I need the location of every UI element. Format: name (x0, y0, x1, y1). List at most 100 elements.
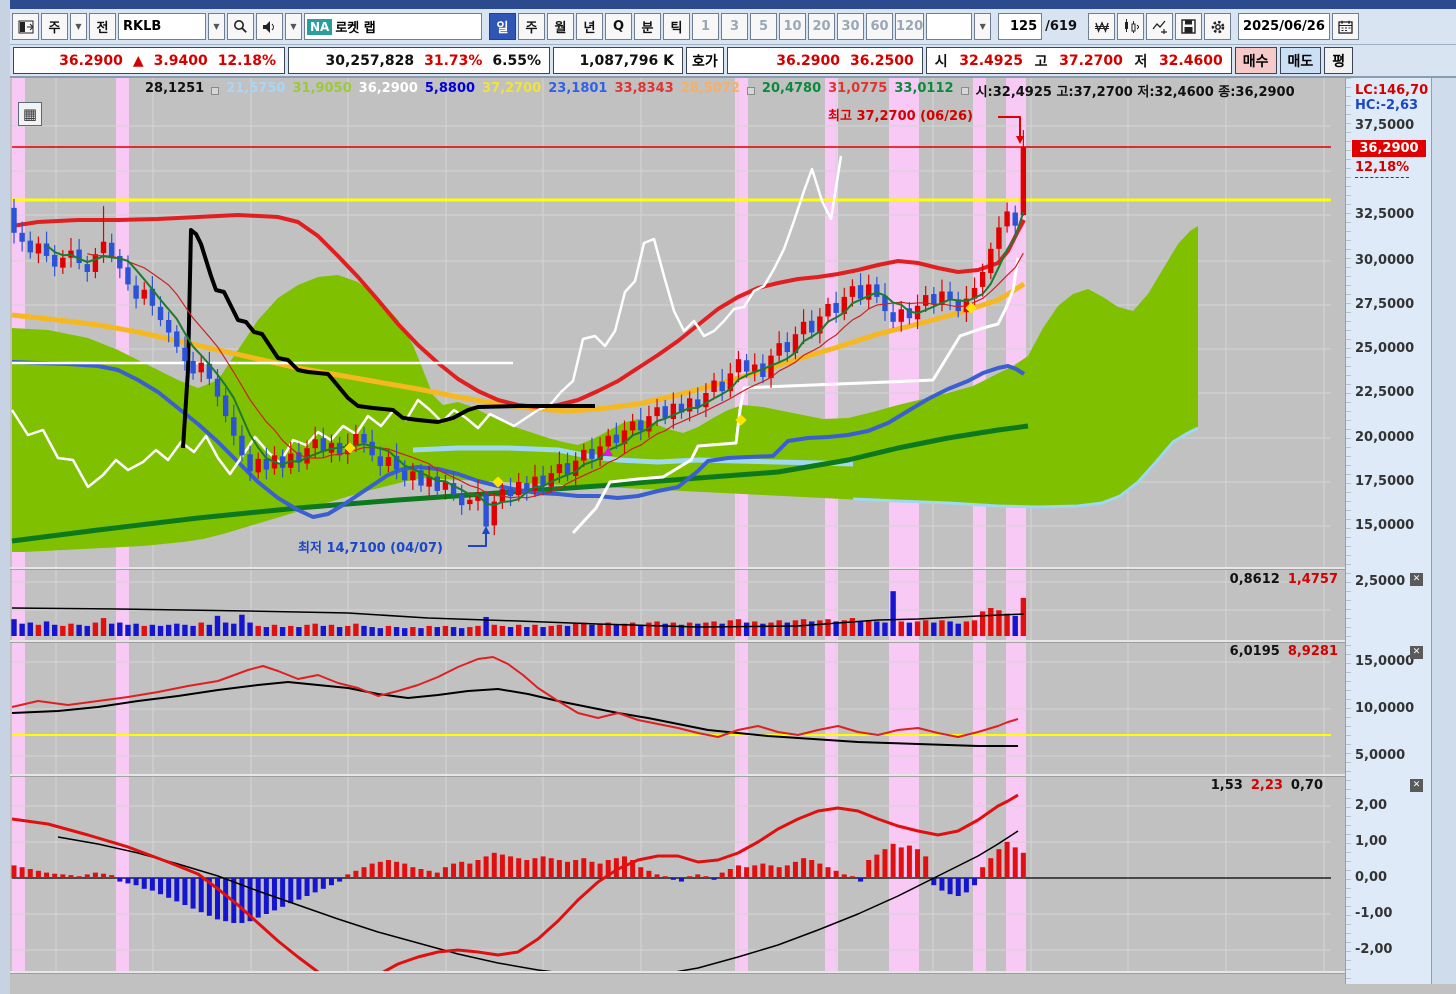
avg-button[interactable]: 평 (1324, 47, 1354, 74)
bar-count-input[interactable]: 125 (998, 13, 1043, 40)
calendar-button[interactable] (1332, 13, 1360, 40)
grid-toggle-button[interactable]: ▦ (18, 102, 42, 126)
axis-tick-label: 17,5000 (1355, 474, 1415, 489)
axis-tick-label: -2,00 (1355, 942, 1393, 957)
axis-tick-label: 25,0000 (1355, 341, 1415, 356)
price-change-pct: 12.18% (217, 52, 276, 69)
bar-total-label: /619 (1045, 19, 1078, 34)
minute-button-1[interactable]: 1 (692, 13, 719, 40)
minute-button-60[interactable]: 60 (866, 13, 893, 40)
axis-tick-label: 22,5000 (1355, 385, 1415, 400)
window-titlebar (10, 0, 1456, 9)
period-button-월[interactable]: 월 (547, 13, 574, 40)
panel-close-icon[interactable]: ✕ (1410, 646, 1423, 659)
axis-tick-label: 2,00 (1355, 798, 1388, 813)
axis-tick-label: 10,0000 (1355, 701, 1415, 716)
line-tool-button[interactable] (1146, 13, 1174, 40)
speaker-icon (263, 20, 274, 33)
period-button-group: 일주월년Q (489, 13, 632, 40)
stock-name-label: 로켓 랩 (335, 21, 376, 36)
panel-close-icon[interactable]: ✕ (1410, 779, 1423, 792)
subperiod-button-분[interactable]: 분 (634, 13, 661, 40)
custom-period-dropdown[interactable]: ▼ (974, 13, 992, 40)
trendline-icon (1152, 20, 1167, 34)
exchange-badge: NA (307, 18, 333, 35)
open-label: 시 (934, 53, 948, 70)
axis-tick-label: -1,00 (1355, 906, 1393, 921)
hc-value: HC:-2,63 (1355, 98, 1419, 113)
period-button-일[interactable]: 일 (489, 13, 516, 40)
price-change: 3.9400 (153, 52, 208, 69)
save-button[interactable] (1175, 13, 1203, 40)
period-button-Q[interactable]: Q (605, 13, 632, 40)
axis-tick-label: 2,5000 (1355, 574, 1406, 589)
amount-field: 1,087,796 K (553, 47, 683, 74)
gear-icon (1211, 20, 1224, 33)
axis-tick-label: 20,0000 (1355, 430, 1415, 445)
minute-button-120[interactable]: 120 (895, 13, 925, 40)
axis-tick-label: 0,00 (1355, 870, 1388, 885)
right-margin-strip (1431, 78, 1456, 984)
current-price-axis-box: 36,2900 (1352, 140, 1426, 157)
chart-toolbar: 주 ▼ 전 RKLB ▼ ▼ NA 로켓 랩 일주월년Q 분틱 1 3 5 10 20 3… (10, 9, 1456, 45)
date-input[interactable]: 2025/06/26 (1238, 13, 1331, 40)
search-icon (234, 20, 247, 33)
low-label: 저 (1134, 53, 1148, 70)
minute-button-30[interactable]: 30 (837, 13, 864, 40)
hoga-label: 호가 (686, 47, 724, 74)
window-popout-button[interactable] (12, 13, 39, 40)
axis-tick-label: 30,0000 (1355, 253, 1415, 268)
change-pct-axis-label: 12,18% (1355, 160, 1410, 178)
chart-canvas[interactable] (10, 78, 1345, 984)
price-scale-button[interactable] (1088, 13, 1116, 40)
panel-close-icon[interactable]: ✕ (1410, 573, 1423, 586)
candle-arrows-icon (1124, 19, 1139, 33)
sound-dropdown[interactable]: ▼ (285, 13, 302, 40)
period-button-년[interactable]: 년 (576, 13, 603, 40)
sell-button[interactable]: 매도 (1279, 47, 1322, 74)
minute-button-10[interactable]: 10 (779, 13, 806, 40)
save-disk-icon (1181, 19, 1196, 34)
price-axis[interactable]: LC:146,70 HC:-2,63 37,5000 32,5000 30,0000… (1345, 78, 1431, 984)
lc-value: LC:146,70 (1355, 83, 1429, 98)
buy-button[interactable]: 매수 (1234, 47, 1277, 74)
axis-tick-label: 27,5000 (1355, 297, 1415, 312)
symbol-search-button[interactable] (227, 13, 254, 40)
minute-button-group: 1 3 5 10 20 30 60 120 (692, 13, 925, 40)
minute-button-20[interactable]: 20 (808, 13, 835, 40)
axis-tick-label: 1,00 (1355, 834, 1388, 849)
week-mode-dropdown[interactable]: ▼ (70, 13, 87, 40)
custom-period-input[interactable] (926, 13, 973, 40)
ohlc-field: 시 32.4925 고 37.2700 저 32.4600 (925, 47, 1232, 74)
axis-tick-label: 5,0000 (1355, 748, 1406, 763)
bid-ask-field: 36.2900 36.2500 (726, 47, 923, 74)
week-mode-button[interactable]: 주 (41, 13, 68, 40)
low-value: 32.4600 (1158, 52, 1223, 69)
candle-tool-button[interactable] (1117, 13, 1145, 40)
symbol-dropdown[interactable]: ▼ (208, 13, 225, 40)
won-scale-icon (1094, 20, 1109, 33)
amount-value: 1,087,796 K (579, 52, 674, 69)
chart-plot-area[interactable] (10, 78, 1345, 984)
symbol-input[interactable]: RKLB (118, 13, 206, 40)
calendar-icon (1338, 20, 1353, 34)
sound-button[interactable] (256, 13, 283, 40)
chart-region: ▦ 28,1251 21,5750 31,9050 36,2900 5,8800 37,2… (10, 78, 1456, 984)
subperiod-button-틱[interactable]: 틱 (663, 13, 690, 40)
high-label: 고 (1034, 53, 1048, 70)
period-button-주[interactable]: 주 (518, 13, 545, 40)
minute-button-3[interactable]: 3 (721, 13, 748, 40)
axis-tick-label: 15,0000 (1355, 654, 1415, 669)
volume-value: 30,257,828 (325, 52, 415, 69)
vol-ratio: 31.73% (424, 52, 483, 69)
popout-icon (18, 20, 34, 33)
minute-button-5[interactable]: 5 (750, 13, 777, 40)
stock-name-field[interactable]: NA 로켓 랩 (304, 13, 482, 40)
subperiod-button-group: 분틱 (634, 13, 690, 40)
current-price: 36.2900 (59, 52, 123, 69)
settings-button[interactable] (1204, 13, 1232, 40)
prev-symbol-button[interactable]: 전 (89, 13, 116, 40)
price-info-bar: 36.2900 ▲ 3.9400 12.18% 30,257,828 31.73… (10, 45, 1456, 78)
ask-price: 36.2500 (850, 52, 914, 69)
open-value: 32.4925 (959, 52, 1024, 69)
